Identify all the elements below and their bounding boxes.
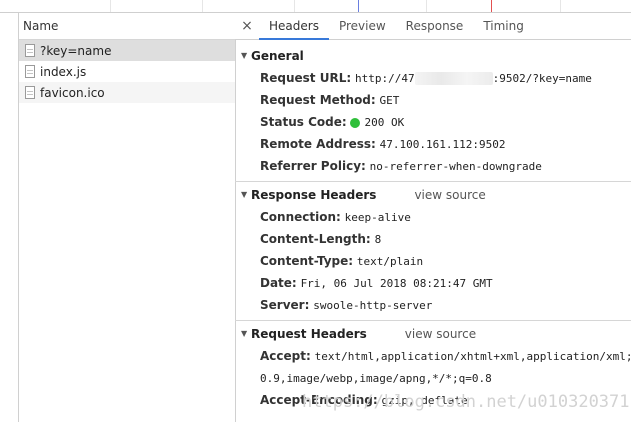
content-type-row: Content-Type: text/plain [260,254,424,268]
redacted-region [414,72,493,85]
tab-preview[interactable]: Preview [329,13,396,39]
tab-response[interactable]: Response [396,13,474,39]
request-row[interactable]: favicon.ico [19,82,235,103]
content-length-row: Content-Length: 8 [260,232,382,246]
request-row[interactable]: index.js [19,61,235,82]
expand-triangle-icon: ▼ [241,51,248,60]
request-headers-section-toggle[interactable]: ▼ Request Headers view source [235,323,631,345]
document-icon [25,44,35,57]
server-row: Server: swoole-http-server [260,298,433,312]
request-name: favicon.ico [40,85,105,100]
status-ok-icon [350,117,361,128]
view-source-link[interactable]: view source [405,323,476,345]
details-tabbar: × Headers Preview Response Timing [235,13,631,40]
section-title: Request Headers [251,327,367,341]
expand-triangle-icon: ▼ [241,190,248,199]
view-source-link[interactable]: view source [414,184,485,206]
image-file-icon [25,86,35,99]
response-headers-section-toggle[interactable]: ▼ Response Headers view source [235,184,631,206]
remote-address-row: Remote Address: 47.100.161.112:9502 [260,137,506,151]
timeline-overview[interactable] [0,0,631,13]
section-divider [235,320,631,321]
date-row: Date: Fri, 06 Jul 2018 08:21:47 GMT [260,276,493,290]
request-list: Name ?key=name index.js favicon.ico [18,13,236,422]
load-event-marker [491,0,492,12]
request-name: index.js [40,64,87,79]
section-divider [235,181,631,182]
request-name: ?key=name [40,43,112,58]
timeline-divider [560,0,561,12]
timeline-divider [202,0,203,12]
request-details-pane: × Headers Preview Response Timing ▼ Gene… [235,13,631,422]
request-url-row: Request URL: http://47:9502/?key=name [260,71,592,85]
accept-row: Accept: text/html,application/xhtml+xml,… [260,349,631,363]
request-row[interactable]: ?key=name [19,40,235,61]
status-code-row: Status Code: 200 OK [260,115,405,129]
connection-row: Connection: keep-alive [260,210,411,224]
timeline-divider [110,0,111,12]
dom-content-loaded-marker [358,0,359,12]
timeline-divider [426,0,427,12]
close-icon[interactable]: × [235,13,259,39]
accept-continuation-row: 0.9,image/webp,image/apng,*/*;q=0.8 [260,372,492,385]
section-title: General [251,49,304,63]
general-section-toggle[interactable]: ▼ General [235,45,631,67]
expand-triangle-icon: ▼ [241,329,248,338]
section-title: Response Headers [251,188,377,202]
accept-encoding-row: Accept-Encoding: gzip, deflate [260,393,468,407]
tab-headers[interactable]: Headers [259,13,329,40]
script-file-icon [25,65,35,78]
referrer-policy-row: Referrer Policy: no-referrer-when-downgr… [260,159,542,173]
timeline-divider [294,0,295,12]
request-method-row: Request Method: GET [260,93,400,107]
name-column-header[interactable]: Name [19,13,235,40]
tab-timing[interactable]: Timing [473,13,534,39]
